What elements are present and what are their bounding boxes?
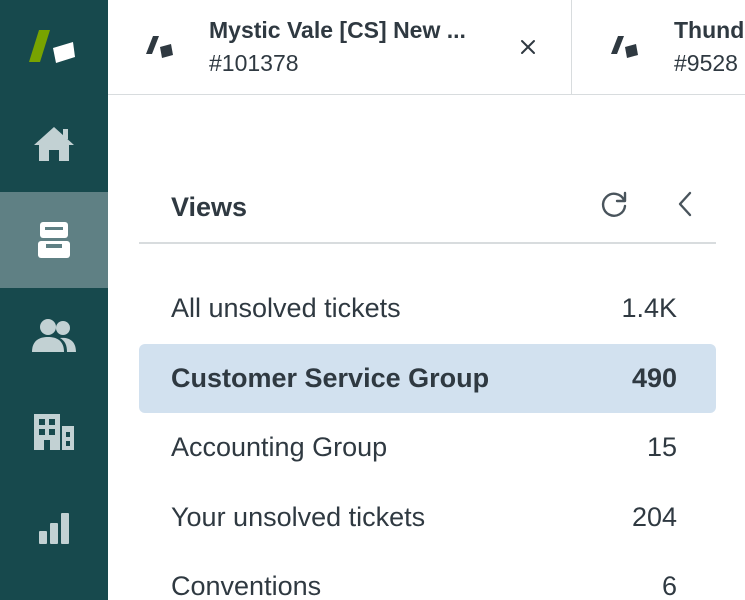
view-count: 6 — [661, 571, 677, 600]
view-label: Accounting Group — [171, 432, 388, 463]
zendesk-logo-icon — [29, 30, 75, 63]
nav-item-views[interactable] — [0, 192, 108, 288]
ticket-tab-title: Mystic Vale [CS] New ... — [209, 17, 466, 43]
view-label: All unsolved tickets — [171, 293, 401, 324]
building-icon — [34, 414, 74, 450]
collapse-panel-button[interactable] — [669, 186, 701, 222]
view-count: 204 — [631, 501, 677, 532]
views-title: Views — [171, 192, 248, 222]
ticket-tab[interactable]: Mystic Vale [CS] New ... #101378 — [108, 0, 572, 94]
ticket-tab-bar: Mystic Vale [CS] New ... #101378 Thund #… — [108, 0, 745, 95]
users-icon — [32, 319, 76, 352]
views-header: Views — [139, 170, 716, 244]
view-item-customer-service-group[interactable]: Customer Service Group 490 — [139, 343, 716, 413]
home-icon — [34, 127, 74, 161]
nav-item-reporting[interactable] — [0, 480, 108, 576]
product-logo[interactable] — [0, 0, 108, 94]
view-item-all-unsolved[interactable]: All unsolved tickets 1.4K — [139, 274, 716, 344]
ticket-tab-title: Thund — [674, 17, 745, 43]
nav-item-customers[interactable] — [0, 288, 108, 384]
view-item-conventions[interactable]: Conventions 6 — [139, 552, 716, 600]
view-label: Customer Service Group — [171, 362, 490, 393]
ticket-icon — [146, 36, 173, 58]
refresh-icon — [601, 191, 627, 217]
refresh-views-button[interactable] — [597, 186, 633, 222]
close-tab-button[interactable] — [514, 33, 542, 61]
ticket-tab-id: #9528 — [674, 50, 738, 76]
bar-chart-icon — [39, 513, 69, 544]
view-count: 15 — [646, 432, 677, 463]
view-count: 490 — [631, 362, 677, 393]
view-count: 1.4K — [621, 293, 677, 324]
chevron-left-icon — [678, 191, 692, 217]
ticket-tab[interactable]: Thund #9528 — [573, 0, 745, 94]
view-label: Your unsolved tickets — [171, 501, 426, 532]
ticket-tab-id: #101378 — [209, 50, 299, 76]
nav-item-home[interactable] — [0, 96, 108, 192]
view-label: Conventions — [171, 571, 322, 600]
views-list: All unsolved tickets 1.4K Customer Servi… — [139, 274, 716, 600]
inbox-icon — [38, 222, 70, 258]
ticket-icon — [611, 36, 638, 58]
view-item-accounting-group[interactable]: Accounting Group 15 — [139, 413, 716, 483]
nav-rail — [0, 0, 108, 600]
nav-item-organizations[interactable] — [0, 384, 108, 480]
view-item-your-unsolved[interactable]: Your unsolved tickets 204 — [139, 483, 716, 553]
close-icon — [521, 40, 535, 54]
